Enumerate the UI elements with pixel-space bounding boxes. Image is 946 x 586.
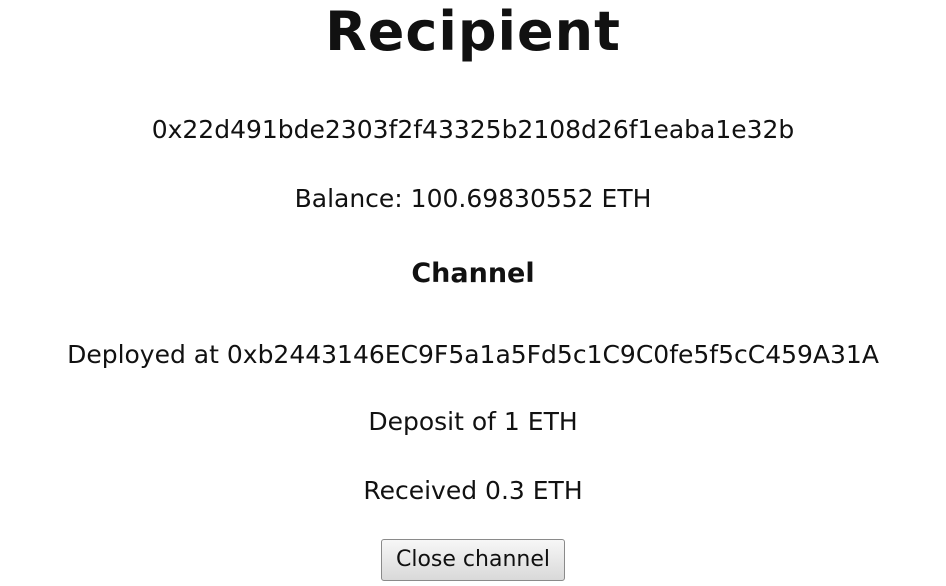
channel-deployed-address: Deployed at 0xb2443146EC9F5a1a5Fd5c1C9C0… xyxy=(67,340,879,369)
channel-heading: Channel xyxy=(411,258,535,289)
close-channel-button[interactable]: Close channel xyxy=(381,539,565,581)
recipient-balance: Balance: 100.69830552 ETH xyxy=(294,184,652,213)
recipient-page: Recipient 0x22d491bde2303f2f43325b2108d2… xyxy=(0,0,946,586)
recipient-address: 0x22d491bde2303f2f43325b2108d26f1eaba1e3… xyxy=(151,115,795,144)
channel-deposit: Deposit of 1 ETH xyxy=(368,407,578,436)
page-title: Recipient xyxy=(325,0,621,63)
channel-received: Received 0.3 ETH xyxy=(363,476,583,505)
button-container: Close channel xyxy=(0,539,946,581)
